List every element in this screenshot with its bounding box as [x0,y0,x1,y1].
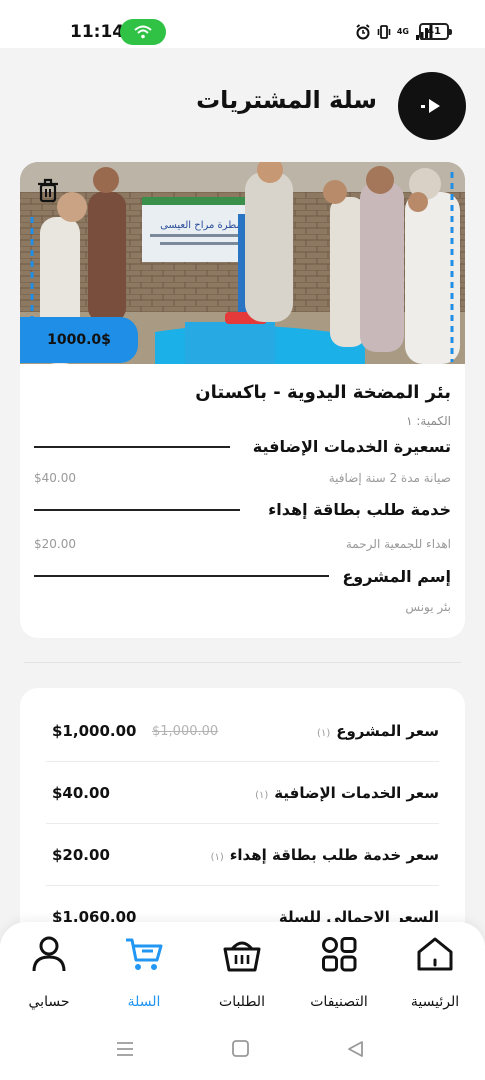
extra-services-heading: تسعيرة الخدمات الإضافية [252,437,451,456]
section-divider [34,446,230,448]
summary-label: سعر المشروع (١) [317,722,439,740]
nav-label: الرئيسية [410,994,460,1010]
network-type: 4G [396,27,409,36]
banner-text: مطرة مراح العيسى [160,220,242,231]
summary-label-text: سعر المشروع [336,722,439,740]
menu-icon [117,1042,133,1056]
status-time: 11:14 [70,22,125,42]
wifi-icon [134,25,152,39]
gift-card-heading: خدمة طلب بطاقة إهداء [268,500,451,519]
summary-row-gift-card: سعر خدمة طلب بطاقة إهداء (١) $20.00 [46,824,439,886]
alarm-icon [356,24,370,40]
summary-count: (١) [317,728,331,739]
system-navigation [0,1040,485,1062]
hotspot-pill[interactable] [120,19,166,45]
summary-count: (١) [210,852,224,863]
home-icon [417,937,453,971]
project-name-value: بئر يونس [405,600,451,614]
nav-item-cart[interactable]: السلة [99,934,189,1024]
cart-icon [126,938,163,970]
extra-service-name: صيانة مدة 2 سنة إضافية [328,471,451,485]
home-system-button[interactable] [231,1040,253,1060]
product-title: بئر المضخة اليدوية - باكستان [195,382,451,403]
summary-label: سعر خدمة طلب بطاقة إهداء (١) [211,846,439,864]
nav-item-orders[interactable]: الطلبات [197,934,287,1024]
summary-label-text: سعر خدمة طلب بطاقة إهداء [229,846,439,864]
page-header: سلة المشتريات [0,48,485,158]
categories-icon [322,937,357,972]
status-bar: 11:14 4G 41 [0,0,485,48]
gift-card-name: اهداء للجمعية الرحمة [345,537,451,551]
quantity-label: الكمية: ١ [406,414,451,428]
nav-label: حسابي [28,994,70,1010]
vibrate-icon [377,25,391,39]
summary-label-text: سعر الخدمات الإضافية [274,784,439,802]
arrow-right-icon [421,99,440,113]
section-divider [34,509,240,511]
nav-label: التصنيفات [310,994,368,1010]
summary-label: سعر الخدمات الإضافية (١) [255,784,439,802]
summary-value: $40.00 [52,784,110,802]
user-icon [32,936,66,972]
nav-item-categories[interactable]: التصنيفات [294,934,384,1024]
nav-item-account[interactable]: حسابي [4,934,94,1024]
summary-count: (١) [255,790,269,801]
section-divider [34,575,329,577]
nav-label: السلة [127,994,161,1010]
triangle-back-icon [348,1041,363,1057]
cart-item-card: مطرة مراح العيسى 1000.0$ بئر المضخة اليد… [20,162,465,638]
summary-value: $20.00 [52,846,110,864]
battery-level: 41 [427,26,441,37]
nav-item-home[interactable]: الرئيسية [390,934,480,1024]
summary-value: $1,000.00 [52,722,137,740]
recents-button[interactable] [115,1040,137,1060]
summary-row-project: سعر المشروع (١) $1,000.00 $1,000.00 [46,700,439,762]
summary-row-extra-services: سعر الخدمات الإضافية (١) $40.00 [46,762,439,824]
project-name-heading: إسم المشروع [342,567,451,586]
separator [24,662,461,663]
project-photo: مطرة مراح العيسى 1000.0$ [20,162,465,364]
trash-icon [38,178,58,203]
back-system-button[interactable] [346,1040,368,1060]
basket-icon [223,941,261,972]
nav-label: الطلبات [219,994,265,1010]
square-icon [232,1040,249,1057]
extra-service-price: $40.00 [34,471,76,485]
gift-card-price: $20.00 [34,537,76,551]
delete-item-button[interactable] [34,176,62,204]
price-badge: 1000.0$ [20,317,138,363]
battery-indicator: 41 [419,23,452,40]
back-button[interactable] [398,72,466,140]
summary-old-price: $1,000.00 [152,724,219,739]
page-title: سلة المشتريات [196,86,377,114]
